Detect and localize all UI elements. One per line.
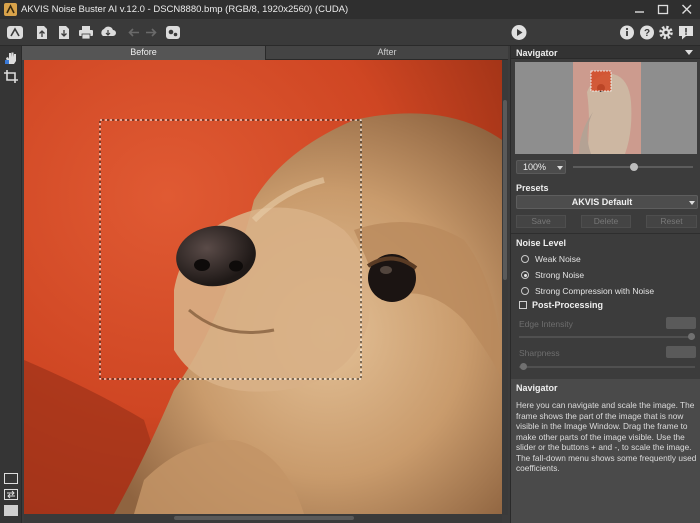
save-preset-button[interactable]: Save: [516, 215, 566, 228]
strong-compression-radio[interactable]: [521, 287, 529, 295]
edge-intensity-label: Edge Intensity: [519, 319, 573, 329]
left-tool-column: [0, 46, 22, 523]
navigator-header: Navigator: [511, 46, 700, 59]
close-icon[interactable]: [679, 2, 695, 17]
chevron-down-icon: [689, 201, 695, 205]
maximize-icon[interactable]: [655, 2, 671, 17]
right-panel: Navigator 100% Presets AKVIS Default Sav…: [510, 46, 700, 523]
noise-level-title: Noise Level: [516, 238, 567, 248]
settings-plugins-icon[interactable]: [164, 24, 182, 41]
edge-intensity-slider-handle[interactable]: [688, 333, 695, 340]
vertical-scrollbar[interactable]: [502, 60, 508, 515]
view-tabs: Before After: [22, 46, 508, 60]
presets-selected: AKVIS Default: [571, 197, 633, 207]
print-icon[interactable]: [77, 24, 95, 41]
before-after-toggle-icon[interactable]: [4, 505, 18, 516]
horizontal-scrollbar[interactable]: [24, 514, 502, 523]
vertical-scroll-thumb[interactable]: [503, 100, 507, 280]
sharpness-slider-handle[interactable]: [520, 363, 527, 370]
strong-noise-label: Strong Noise: [535, 270, 585, 280]
info-icon[interactable]: [618, 24, 636, 41]
help-icon[interactable]: ?: [638, 24, 656, 41]
dog-photo: [24, 60, 502, 514]
minimize-icon[interactable]: [632, 2, 648, 17]
sharpness-slider-track[interactable]: [519, 366, 695, 368]
download-icon[interactable]: [99, 24, 117, 41]
navigator-title: Navigator: [516, 48, 558, 58]
reset-preset-button[interactable]: Reset: [646, 215, 697, 228]
run-icon[interactable]: [510, 24, 528, 41]
delete-preset-button[interactable]: Delete: [581, 215, 631, 228]
redo-icon[interactable]: [142, 24, 160, 41]
undo-icon[interactable]: [125, 24, 143, 41]
edge-intensity-slider-track[interactable]: [519, 336, 695, 338]
post-processing-checkbox[interactable]: [519, 301, 527, 309]
open-icon[interactable]: [33, 24, 51, 41]
sharpness-label: Sharpness: [519, 348, 560, 358]
window-title: AKVIS Noise Buster AI v.12.0 - DSCN8880.…: [21, 4, 349, 15]
edge-intensity-value-field[interactable]: [666, 317, 696, 329]
help-title: Navigator: [516, 383, 558, 393]
tab-after[interactable]: After: [266, 46, 508, 60]
help-panel: Navigator Here you can navigate and scal…: [511, 379, 700, 523]
title-bar: AKVIS Noise Buster AI v.12.0 - DSCN8880.…: [0, 0, 700, 19]
presets-title: Presets: [516, 183, 549, 193]
zoom-value: 100%: [523, 162, 547, 172]
strong-noise-radio[interactable]: [521, 271, 529, 279]
split-view-icon[interactable]: [4, 489, 18, 500]
help-text: Here you can navigate and scale the imag…: [516, 400, 697, 473]
navigator-thumbnail[interactable]: [573, 62, 641, 154]
divider: [511, 233, 700, 234]
akvis-logo-icon[interactable]: [6, 24, 24, 41]
alert-icon[interactable]: [677, 24, 695, 41]
hand-icon[interactable]: [3, 51, 19, 65]
image-canvas[interactable]: [24, 60, 502, 514]
single-view-icon[interactable]: [4, 473, 18, 484]
app-logo-icon: [4, 3, 17, 16]
navigator-preview[interactable]: [515, 62, 697, 154]
svg-text:?: ?: [644, 28, 650, 39]
sharpness-value-field[interactable]: [666, 346, 696, 358]
gear-icon[interactable]: [657, 24, 675, 41]
main-toolbar: ?: [0, 19, 700, 46]
tab-before[interactable]: Before: [22, 46, 266, 60]
post-processing-label: Post-Processing: [532, 300, 604, 310]
zoom-slider-handle[interactable]: [630, 163, 638, 171]
zoom-select[interactable]: 100%: [516, 160, 566, 174]
weak-noise-radio[interactable]: [521, 255, 529, 263]
chevron-down-icon: [557, 166, 563, 170]
strong-compression-label: Strong Compression with Noise: [535, 286, 655, 296]
collapse-arrow-icon[interactable]: [685, 50, 693, 56]
presets-select[interactable]: AKVIS Default: [516, 195, 698, 209]
weak-noise-label: Weak Noise: [535, 254, 581, 264]
crop-icon[interactable]: [3, 69, 19, 83]
horizontal-scroll-thumb[interactable]: [174, 516, 354, 520]
save-icon[interactable]: [55, 24, 73, 41]
